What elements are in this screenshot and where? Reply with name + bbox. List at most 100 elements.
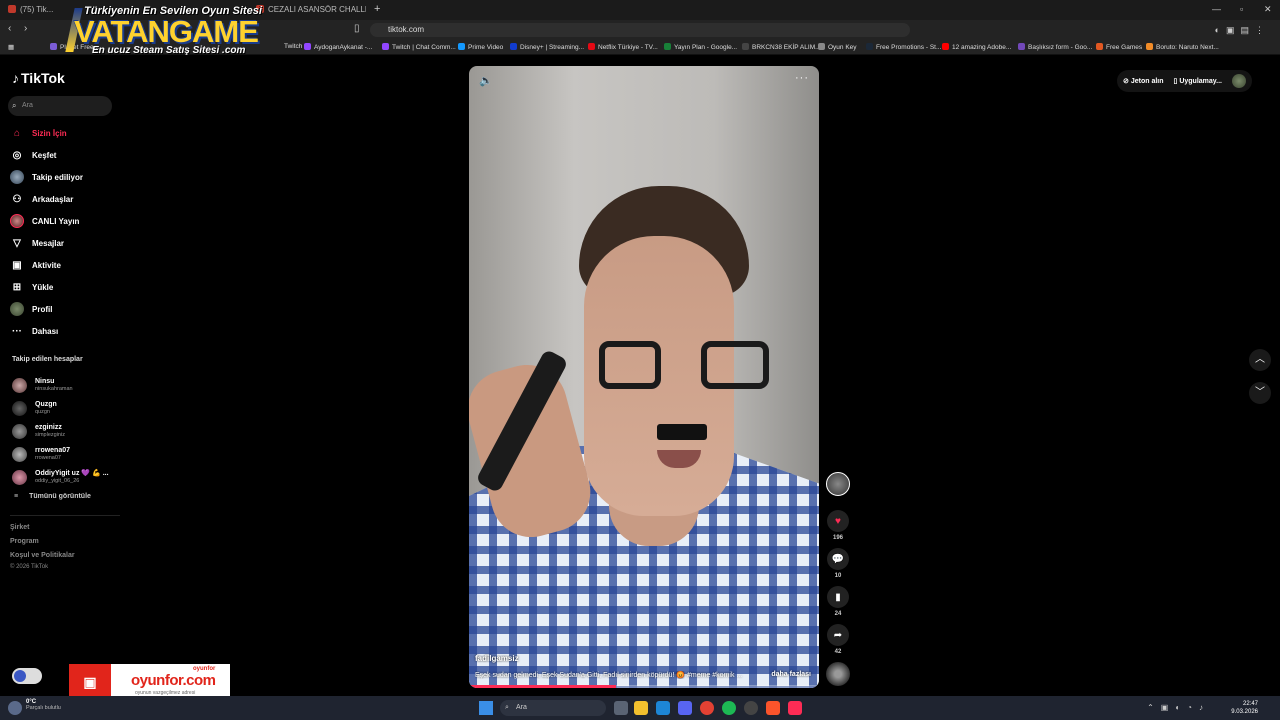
twitch-icon: ▣ (69, 664, 111, 700)
share-button[interactable]: ➦ 42 (826, 624, 850, 655)
avatar (12, 378, 27, 393)
volume-icon[interactable]: 🔈 (479, 74, 493, 87)
messages-icon: ▽ (13, 237, 21, 249)
friends-icon: ⚇ (12, 193, 22, 205)
forward-icon[interactable]: › (24, 23, 27, 34)
bookmark-favicon-icon (510, 43, 517, 50)
url-field[interactable]: tiktok.com (370, 23, 910, 37)
back-icon[interactable]: ‹ (8, 23, 11, 34)
footer-link-terms[interactable]: Koşul ve Politikalar (10, 552, 75, 559)
share-icon: ➦ (833, 629, 843, 641)
minimize-icon[interactable]: — (1212, 4, 1221, 14)
sidebar-item-live[interactable]: CANLI Yayın (10, 210, 120, 232)
browser-toolbar-icons[interactable]: ◐▣▤⋮ (1215, 25, 1270, 36)
previous-video-button[interactable]: ︿ (1249, 349, 1271, 371)
bookmark-item[interactable]: AydoganAykanat -... (304, 43, 372, 51)
following-account[interactable]: OddiyYigit uz 💜 💪 ... oddiy_yigit_06_26 (12, 466, 109, 489)
footer-link-program[interactable]: Program (10, 538, 39, 545)
video-progress-bar[interactable] (469, 685, 819, 688)
vatangame-logo: Türkiyenin En Sevilen Oyun Sitesi VATANG… (65, 2, 290, 56)
bookmark-icon[interactable]: ▯ (354, 23, 360, 34)
file-explorer-icon[interactable] (634, 701, 648, 715)
search-input[interactable]: ⌕ Ara (8, 96, 112, 116)
bookmark-item[interactable]: Boruto: Naruto Next... (1146, 43, 1219, 51)
live-icon (10, 214, 24, 228)
new-tab-button[interactable]: + (374, 3, 380, 15)
tiktok-app-icon[interactable] (788, 701, 802, 715)
following-account[interactable]: Ninsu ninsukahraman (12, 374, 109, 397)
bookmark-item[interactable]: Oyun Key (818, 43, 857, 51)
bookmark-item[interactable]: Başlıksız form - Goo... (1018, 43, 1092, 51)
start-icon[interactable] (479, 701, 493, 715)
following-account[interactable]: Quzgn quzgn (12, 397, 109, 420)
bookmark-item[interactable]: Netflix Türkiye - TV... (588, 43, 658, 51)
tiktok-logo[interactable]: ♪ TikTok (12, 70, 65, 86)
avatar (12, 447, 27, 462)
taskview-icon[interactable] (614, 701, 628, 715)
sidebar-item-activity[interactable]: ▣ Aktivite (10, 254, 120, 276)
video-frame-glasses (701, 341, 769, 389)
bookmark-favicon-icon (50, 43, 57, 50)
chrome-icon[interactable] (700, 701, 714, 715)
search-icon: ⌕ (12, 101, 17, 110)
sidebar-item-profile[interactable]: Profil (10, 298, 120, 320)
next-video-button[interactable]: ﹀ (1249, 382, 1271, 404)
compass-icon: ◎ (12, 149, 22, 161)
profile-icon (10, 302, 24, 316)
following-accounts-title: Takip edilen hesaplar (12, 356, 83, 363)
following-icon (10, 170, 24, 184)
bookmark-item[interactable]: Twitch | Chat Comm... (382, 43, 456, 51)
bookmark-favicon-icon (664, 43, 671, 50)
clock[interactable]: 22:47 9.03.2026 (1231, 700, 1258, 716)
sidebar-item-friends[interactable]: ⚇ Arkadaşlar (10, 188, 120, 210)
sidebar-item-upload[interactable]: ⊞ Yükle (10, 276, 120, 298)
avatar (12, 401, 27, 416)
video-frame-mustache (657, 424, 707, 440)
sidebar-item-more[interactable]: ··· Dahası (10, 320, 120, 342)
save-button[interactable]: ▮ 24 (826, 586, 850, 617)
discord-icon[interactable] (678, 701, 692, 715)
maximize-icon[interactable]: ▫ (1240, 4, 1243, 14)
edge-icon[interactable] (656, 701, 670, 715)
video-author[interactable]: fadilgamsiz (475, 654, 519, 663)
bookmark-item[interactable]: Free Promotions - St... (866, 43, 941, 51)
taskbar-search[interactable]: ⌕ Ara (500, 700, 606, 716)
video-player[interactable]: 🔈 ··· fadilgamsiz Eşek sudan gelmedi, Eş… (469, 66, 819, 688)
music-disc-icon[interactable] (826, 662, 850, 686)
sidebar-item-for-you[interactable]: ⌂ Sizin İçin (10, 122, 120, 144)
bookmark-item[interactable]: BRKCN38 EKİP ALIM... (742, 43, 821, 51)
like-button[interactable]: ♥ 196 (826, 510, 850, 541)
footer-link-company[interactable]: Şirket (10, 524, 29, 531)
get-coins-button[interactable]: ⊘ Jeton alın (1123, 77, 1164, 85)
oyunfor-banner: ▣ oyunfor oyunfor.com oyunun vazgeçilmez… (69, 664, 230, 700)
sidebar-item-explore[interactable]: ◎ Keşfet (10, 144, 120, 166)
theme-toggle[interactable] (12, 668, 42, 684)
see-more-link[interactable]: daha fazlası (771, 671, 811, 678)
comment-button[interactable]: 💬 10 (826, 548, 850, 579)
apps-icon[interactable]: ▦ (8, 43, 14, 51)
more-options-icon[interactable]: ··· (795, 72, 809, 84)
bookmark-item[interactable]: Disney+ | Streaming... (510, 43, 584, 51)
bookmark-folder-icon (818, 43, 825, 50)
see-all-link[interactable]: ≡ Tümünü görüntüle (14, 493, 102, 500)
following-account[interactable]: rrowena07 rrowena07 (12, 443, 109, 466)
following-account[interactable]: ezginizz simplezginiz (12, 420, 109, 443)
bookmark-item[interactable]: Prime Video (458, 43, 503, 51)
coin-icon: ⊘ (1123, 78, 1131, 85)
bookmark-item[interactable]: 12 amazing Adobe... (942, 43, 1011, 51)
creator-avatar[interactable] (826, 472, 850, 496)
close-icon[interactable]: ✕ (1264, 4, 1272, 15)
bookmark-favicon-icon (1018, 43, 1025, 50)
get-app-button[interactable]: ▯ Uygulamay... (1174, 77, 1222, 85)
sidebar-item-following[interactable]: Takip ediliyor (10, 166, 120, 188)
spotify-icon[interactable] (722, 701, 736, 715)
bookmark-item[interactable]: Free Games (1096, 43, 1142, 51)
sidebar-item-messages[interactable]: ▽ Mesajlar (10, 232, 120, 254)
bookmark-item[interactable]: Yayın Plan - Google... (664, 43, 737, 51)
profile-avatar[interactable] (1232, 74, 1246, 88)
system-tray-icons[interactable]: ⌃▣◐◔♪ (1147, 703, 1210, 712)
app-icon[interactable] (744, 701, 758, 715)
browser-tab[interactable]: (75) Tik... (8, 3, 60, 17)
brave-icon[interactable] (766, 701, 780, 715)
weather-widget[interactable]: 0°C Parçalı bulutlu (8, 699, 61, 715)
